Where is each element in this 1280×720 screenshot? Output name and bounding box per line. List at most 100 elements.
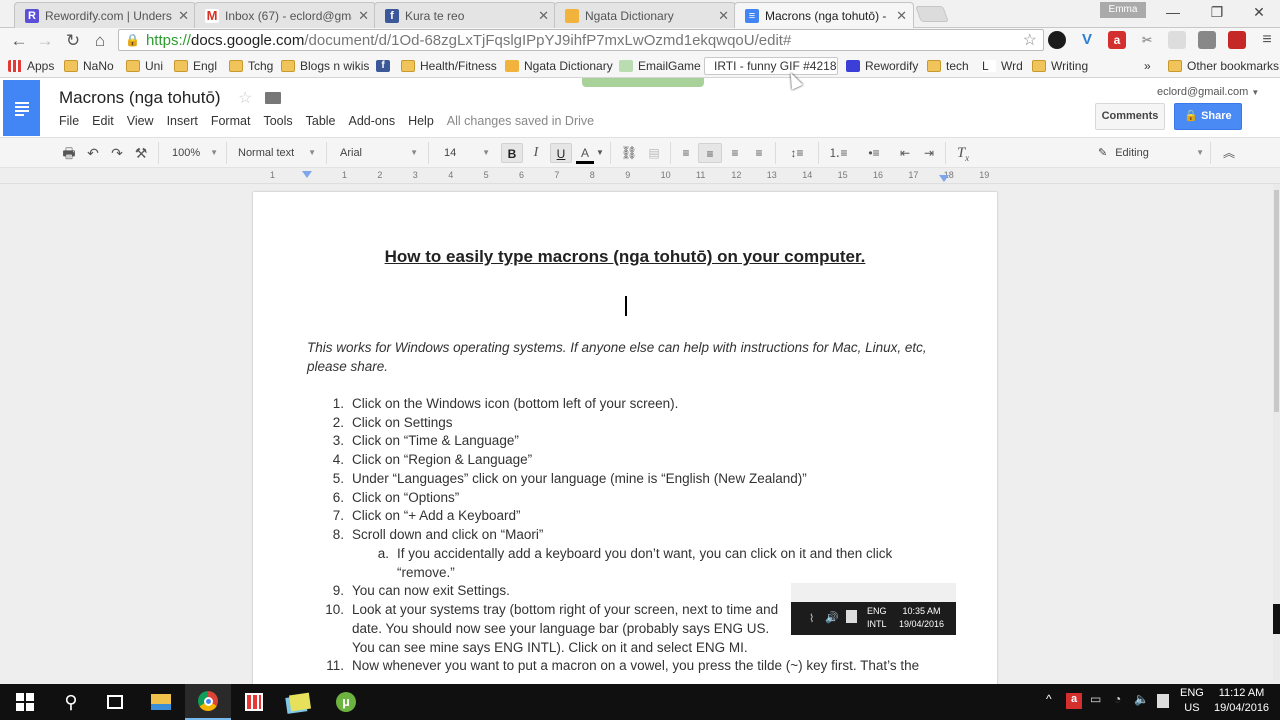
bookmark-nano[interactable]: NaNo	[64, 57, 114, 75]
close-tab-icon[interactable]: ✕	[538, 8, 549, 24]
paragraph-style-select[interactable]: Normal text ▼	[238, 143, 316, 163]
bookmark-blogs[interactable]: Blogs n wikis	[281, 57, 369, 75]
screenshot-extension-icon[interactable]	[1198, 31, 1216, 49]
minimize-icon[interactable]: —	[1158, 3, 1188, 21]
font-select[interactable]: Arial ▼	[340, 143, 418, 163]
line-spacing-icon[interactable]: ↕≡	[783, 143, 811, 163]
menu-view[interactable]: View	[127, 114, 154, 128]
bookmarks-overflow-button[interactable]: »	[1144, 57, 1151, 75]
chrome-menu-icon[interactable]: ≡	[1258, 31, 1276, 49]
align-left-icon[interactable]: ≡	[677, 143, 695, 163]
wifi-icon[interactable]: ◔	[1114, 692, 1121, 706]
close-window-icon[interactable]: ✕	[1244, 3, 1274, 21]
menu-insert[interactable]: Insert	[167, 114, 198, 128]
color-picker-extension-icon[interactable]	[1048, 31, 1066, 49]
windows-start-icon[interactable]	[2, 684, 48, 720]
bookmark-rewordify[interactable]: Rewordify	[846, 57, 918, 75]
comments-button[interactable]: Comments	[1095, 103, 1165, 130]
close-tab-icon[interactable]: ✕	[718, 8, 729, 24]
decrease-indent-icon[interactable]: ⇤	[896, 143, 914, 163]
scrollbar-thumb[interactable]	[1274, 190, 1279, 412]
numbered-list-icon[interactable]: ⒈≡	[824, 143, 852, 163]
menu-table[interactable]: Table	[306, 114, 336, 128]
utorrent-icon[interactable]: µ	[323, 684, 369, 720]
redo-icon[interactable]: ↷	[108, 143, 126, 163]
align-right-icon[interactable]: ≡	[726, 143, 744, 163]
chevron-down-icon[interactable]: ▼	[596, 143, 604, 163]
chrome-icon[interactable]	[185, 684, 231, 720]
bookmark-engl[interactable]: Engl	[174, 57, 217, 75]
menu-file[interactable]: File	[59, 114, 79, 128]
italic-button[interactable]: I	[527, 143, 545, 163]
address-bar[interactable]: 🔒 https://docs.google.com/document/d/1Od…	[118, 29, 1044, 51]
document-title[interactable]: Macrons (nga tohutō)	[59, 88, 221, 108]
star-icon[interactable]: ☆	[238, 88, 252, 108]
folder-icon[interactable]	[265, 92, 281, 104]
file-explorer-icon[interactable]	[138, 684, 184, 720]
task-view-icon[interactable]	[92, 684, 138, 720]
paint-format-icon[interactable]: ⚒	[132, 143, 150, 163]
share-button[interactable]: 🔒 Share	[1174, 103, 1242, 130]
scissors-extension-icon[interactable]: ✂	[1138, 31, 1156, 49]
volume-icon[interactable]: 🔈	[1134, 692, 1149, 706]
new-tab-button[interactable]	[915, 6, 949, 22]
bookmark-wrd[interactable]: L Wrd	[982, 57, 1023, 75]
adblock-extension-icon[interactable]	[1228, 31, 1246, 49]
forward-icon[interactable]: →	[34, 30, 56, 52]
bookmark-writing[interactable]: Writing	[1032, 57, 1088, 75]
bookmark-ngata[interactable]: Ngata Dictionary	[505, 57, 613, 75]
home-icon[interactable]: ⌂	[89, 30, 111, 52]
docs-home-icon[interactable]	[3, 80, 40, 136]
bookmark-uni[interactable]: Uni	[126, 57, 163, 75]
sticky-notes-icon[interactable]	[277, 684, 323, 720]
bookmark-apps[interactable]: Apps	[8, 57, 54, 75]
avira-extension-icon[interactable]: a	[1108, 31, 1126, 49]
restore-icon[interactable]: ❐	[1202, 3, 1232, 21]
avira-tray-icon[interactable]: a	[1066, 693, 1082, 709]
align-justify-icon[interactable]: ≡	[750, 143, 768, 163]
show-hidden-icons-icon[interactable]: ^	[1046, 692, 1052, 706]
battery-icon[interactable]: ▭	[1090, 692, 1101, 706]
menu-help[interactable]: Help	[408, 114, 434, 128]
reload-icon[interactable]: ↻	[62, 30, 84, 52]
cast-extension-icon[interactable]	[1168, 31, 1186, 49]
increase-indent-icon[interactable]: ⇥	[920, 143, 938, 163]
search-icon[interactable]: ⚲	[48, 684, 94, 720]
close-tab-icon[interactable]: ✕	[358, 8, 369, 24]
link-icon[interactable]: ⛓	[619, 143, 639, 163]
store-icon[interactable]	[231, 684, 277, 720]
back-icon[interactable]: ←	[8, 30, 30, 52]
text-color-button[interactable]: A	[576, 143, 594, 164]
font-size-select[interactable]: 14 ▼	[444, 143, 490, 163]
menu-addons[interactable]: Add-ons	[349, 114, 396, 128]
tab-gmail[interactable]: M Inbox (67) - eclord@gma ✕	[194, 2, 376, 28]
tab-kura-te-reo[interactable]: f Kura te reo ✕	[374, 2, 556, 28]
bookmark-facebook[interactable]: f	[376, 57, 395, 75]
action-center-icon[interactable]	[1157, 694, 1169, 708]
menu-tools[interactable]: Tools	[263, 114, 292, 128]
account-email[interactable]: eclord@gmail.com ▼	[1157, 86, 1259, 98]
tab-ngata-dictionary[interactable]: Ngata Dictionary ✕	[554, 2, 736, 28]
bold-button[interactable]: B	[501, 143, 523, 163]
bookmark-emailgame[interactable]: EmailGame	[619, 57, 701, 75]
bookmark-tchg[interactable]: Tchg	[229, 57, 273, 75]
collapse-menu-icon[interactable]: ︽	[1220, 143, 1238, 163]
tab-rewordify[interactable]: R Rewordify.com | Understa ✕	[14, 2, 196, 28]
bookmark-star-icon[interactable]: ☆	[1023, 30, 1037, 50]
close-tab-icon[interactable]: ✕	[178, 8, 189, 24]
other-bookmarks[interactable]: Other bookmarks	[1168, 57, 1279, 75]
align-center-icon[interactable]: ≡	[698, 143, 722, 163]
taskbar-clock[interactable]: 11:12 AM 19/04/2016	[1214, 686, 1269, 716]
close-tab-icon[interactable]: ✕	[896, 8, 907, 24]
editing-mode-select[interactable]: ✎ Editing ▼	[1098, 143, 1204, 163]
print-icon[interactable]: 🖶	[60, 143, 78, 163]
tab-macrons-doc[interactable]: ≡ Macrons (nga tohutō) - G ✕	[734, 2, 914, 28]
clear-formatting-icon[interactable]: Tx	[954, 143, 972, 163]
profile-badge[interactable]: Emma	[1100, 2, 1146, 18]
bookmark-health[interactable]: Health/Fitness	[401, 57, 497, 75]
bulleted-list-icon[interactable]: •≡	[860, 143, 888, 163]
underline-button[interactable]: U	[550, 143, 572, 163]
menu-edit[interactable]: Edit	[92, 114, 114, 128]
comment-icon[interactable]: ▤	[645, 143, 663, 163]
input-language-indicator[interactable]: ENG US	[1180, 686, 1204, 716]
